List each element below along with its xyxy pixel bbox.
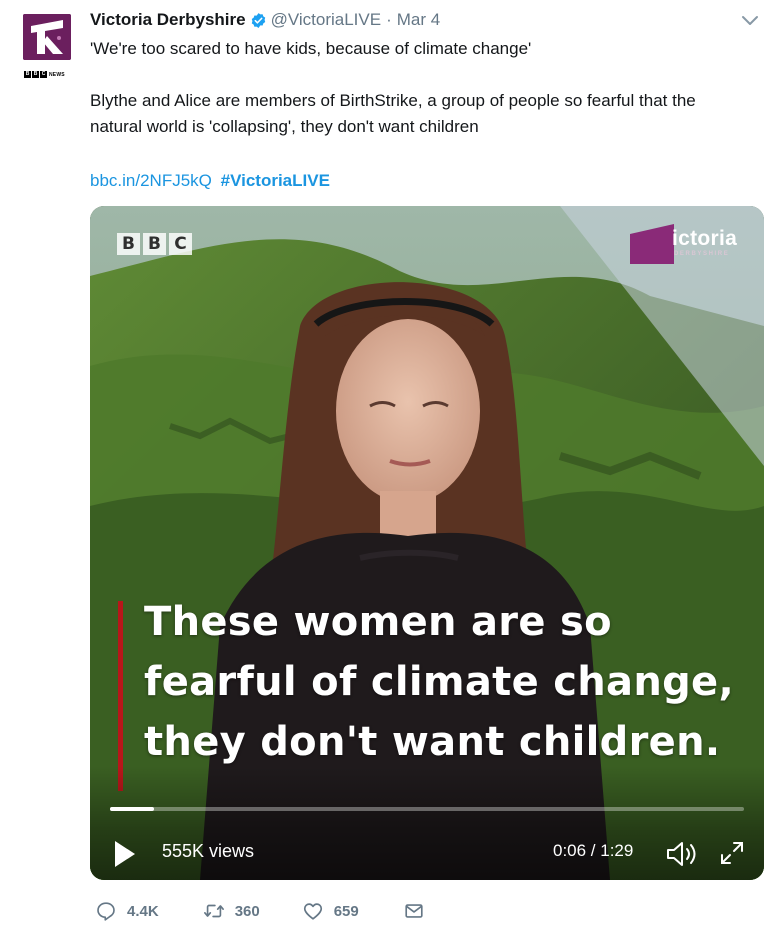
bbc-news-mark: B B C NEWS: [24, 71, 65, 78]
tweet-date[interactable]: Mar 4: [397, 10, 440, 30]
chevron-down-icon[interactable]: [741, 13, 759, 27]
avatar[interactable]: B B C NEWS: [23, 14, 71, 78]
tweet-text-line: natural world is 'collapsing', they don'…: [90, 117, 479, 136]
bbc-letter: C: [40, 71, 47, 78]
tweet-links: bbc.in/2NFJ5kQ #VictoriaLIVE: [90, 168, 330, 194]
video-caption: These women are so fearful of climate ch…: [144, 599, 734, 765]
brand-subtitle: DERBYSHIRE: [674, 251, 730, 257]
tweet-actions: 4.4K 360 659: [95, 898, 435, 924]
reply-icon: [97, 902, 115, 921]
like-button[interactable]: 659: [302, 900, 359, 922]
retweet-icon: [203, 904, 224, 918]
separator-dot: ·: [386, 10, 392, 29]
brand-title: ictoria: [672, 227, 738, 250]
bbc-letter: B: [117, 233, 140, 255]
tweet-header: Victoria Derbyshire @VictoriaLIVE · Mar …: [90, 9, 440, 31]
tweet-text-line: 'We're too scared to have kids, because …: [90, 39, 532, 58]
hashtag-link[interactable]: #VictoriaLIVE: [221, 171, 330, 190]
bbc-watermark: B B C: [117, 233, 192, 255]
victoria-watermark: ictoria DERBYSHIRE: [630, 224, 760, 268]
short-link[interactable]: bbc.in/2NFJ5kQ: [90, 171, 212, 190]
view-count: 555K views: [162, 841, 255, 861]
volume-icon[interactable]: [665, 839, 699, 869]
display-name[interactable]: Victoria Derbyshire: [90, 10, 246, 30]
video-player[interactable]: B B C ictoria DERBYSHIRE These women are…: [90, 206, 764, 880]
reply-button[interactable]: 4.4K: [95, 900, 159, 922]
caption-accent-bar: [118, 601, 123, 791]
bbc-letter: B: [32, 71, 39, 78]
reply-count: 4.4K: [127, 902, 159, 920]
controls-overlay: [90, 766, 764, 880]
bbc-letter: B: [24, 71, 31, 78]
victoria-mark-icon: [630, 224, 674, 264]
victoria-derbyshire-logo: [23, 14, 71, 60]
share-icon: [405, 904, 423, 918]
share-button[interactable]: [403, 900, 435, 922]
play-icon[interactable]: [113, 839, 137, 869]
tweet-text-line: Blythe and Alice are members of BirthStr…: [90, 91, 696, 110]
bbc-letter: C: [169, 233, 192, 255]
like-icon: [303, 903, 322, 920]
progress-fill: [110, 807, 154, 811]
retweet-count: 360: [234, 902, 260, 920]
news-label: NEWS: [49, 71, 65, 78]
like-count: 659: [333, 902, 359, 920]
expand-icon[interactable]: [718, 839, 746, 867]
progress-bar[interactable]: [110, 807, 744, 811]
bbc-letter: B: [143, 233, 166, 255]
playback-time: 0:06 / 1:29: [553, 841, 634, 860]
verified-badge-icon: [251, 12, 265, 28]
retweet-button[interactable]: 360: [203, 900, 260, 922]
handle[interactable]: @VictoriaLIVE: [271, 10, 382, 30]
